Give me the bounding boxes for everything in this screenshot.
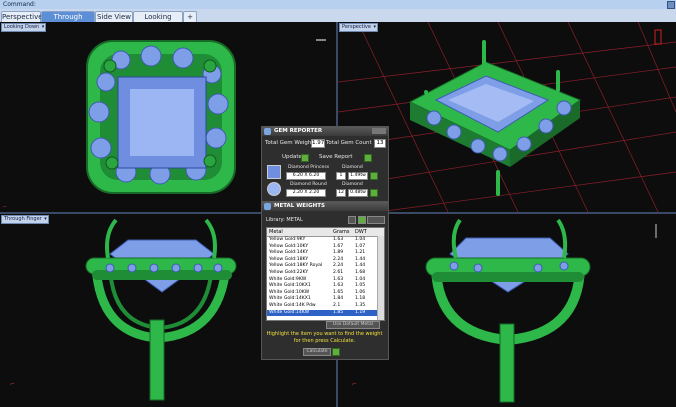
metal-table-scrollbar[interactable]	[377, 236, 384, 320]
gem-reporter-titlebar[interactable]: GEM REPORTER	[262, 127, 388, 136]
total-gem-weight-value: 1.97	[311, 139, 325, 148]
metal-icon	[264, 203, 271, 210]
metal-table: Metal Grams DWT Yellow Gold:9KY 1.63 1.04 Y…	[266, 227, 385, 321]
metal-weights-panel: METAL WEIGHTS Library: METAL Metal Grams…	[261, 201, 389, 360]
gem-row-0-button[interactable]	[370, 172, 378, 180]
column-metal: Metal	[269, 229, 283, 235]
dwt-cell: 1.21	[355, 250, 366, 256]
svg-text:⌐: ⌐	[352, 381, 357, 388]
dwt-cell: 1.44	[355, 263, 366, 269]
grams-cell: 1.85	[333, 309, 344, 315]
use-default-metal-button[interactable]: Use Default Metal	[326, 321, 380, 329]
grams-cell: 2.1	[333, 303, 341, 308]
metal-name-cell: Yellow Gold:14KY	[269, 250, 309, 256]
total-gem-count-label: Total Gem Count	[326, 140, 372, 146]
total-gem-weight-label: Total Gem Weight	[265, 140, 314, 146]
metal-name-cell: White Gold:10KX1	[269, 283, 311, 289]
update-label: Update	[282, 154, 302, 160]
tab-perspective[interactable]: Perspective	[1, 11, 43, 22]
tab-through-finger[interactable]: Through Finger	[41, 11, 95, 31]
gem-weight-1: 0.48tw	[348, 189, 368, 197]
gem-icon	[264, 128, 271, 135]
metal-name-cell: Yellow Gold:9KY	[269, 237, 306, 242]
gem-type-0: Diamond	[342, 165, 363, 170]
svg-text:⌐: ⌐	[10, 381, 15, 388]
metal-weights-titlebar[interactable]: METAL WEIGHTS	[262, 202, 388, 211]
gem-row-1-button[interactable]	[370, 189, 378, 197]
viewport-label-looking-down[interactable]: Looking Down	[1, 23, 47, 32]
metal-name-cell: White Gold:14K Pdw	[269, 303, 316, 308]
gem-weight-0: 1.49tw	[348, 172, 368, 180]
column-grams: Grams	[333, 229, 350, 235]
gem-reporter-title: GEM REPORTER	[274, 128, 323, 134]
gem-shape-1: Diamond Round	[290, 182, 327, 187]
metal-table-row[interactable]: White Gold:14KW 1.85 1.19	[267, 309, 384, 317]
panel-close-icon[interactable]	[372, 128, 386, 134]
metal-name-cell: White Gold:14KW	[269, 309, 310, 315]
command-bar[interactable]: Command:	[0, 0, 676, 9]
library-select[interactable]	[367, 216, 385, 224]
command-label: Command:	[3, 1, 36, 8]
grams-cell: 1.63	[333, 237, 344, 242]
add-tab-button[interactable]: +	[183, 11, 197, 22]
grams-cell: 2.24	[333, 263, 344, 269]
gem-size-1: 2.20 X 2.20	[286, 189, 326, 197]
save-report-label: Save Report	[319, 154, 353, 160]
grams-cell: 1.89	[333, 250, 344, 256]
metal-table-row[interactable]: Yellow Gold:18KY Royal 2.24 1.44	[267, 263, 384, 270]
viewport-tab-bar: Perspective Through Finger Side View Loo…	[0, 9, 676, 31]
gem-reporter-panel: GEM REPORTER Total Gem Weight 1.97 Total…	[261, 126, 389, 202]
metal-table-row[interactable]: White Gold:14KX1 1.84 1.18	[267, 296, 384, 303]
metal-weights-hint: Highlight the item you want to find the …	[266, 331, 383, 344]
grams-cell: 1.63	[333, 283, 344, 289]
metal-weights-title: METAL WEIGHTS	[274, 203, 325, 209]
library-prev-button[interactable]	[348, 216, 356, 224]
metal-table-row[interactable]: Yellow Gold:14KY 1.89 1.21	[267, 250, 384, 257]
grams-cell: 1.84	[333, 296, 344, 302]
viewport-label-perspective[interactable]: Perspective	[339, 23, 378, 32]
calculate-select[interactable]: Calculate	[303, 348, 331, 356]
calculate-button[interactable]	[332, 348, 340, 356]
viewport-label-through-finger[interactable]: Through Finger	[1, 215, 49, 224]
dwt-cell: 1.18	[355, 296, 366, 302]
metal-table-row[interactable]: White Gold:10KX1 1.63 1.05	[267, 283, 384, 290]
library-label: Library: METAL	[266, 217, 303, 223]
command-bar-button[interactable]	[667, 1, 675, 9]
dwt-cell: 1.19	[355, 309, 366, 315]
dwt-cell: 1.35	[355, 303, 366, 308]
tab-looking-down[interactable]: Looking Down	[133, 11, 183, 31]
dwt-cell: 1.68	[355, 270, 366, 275]
dwt-cell: 1.04	[355, 237, 366, 242]
dwt-cell: 1.05	[355, 283, 366, 289]
column-dwt: DWT	[355, 229, 367, 235]
metal-table-header: Metal Grams DWT	[267, 228, 384, 237]
metal-name-cell: Yellow Gold:22KY	[269, 270, 309, 275]
gem-size-0: 6.20 X 6.20	[286, 172, 326, 180]
metal-table-row[interactable]: Yellow Gold:9KY 1.63 1.04	[267, 237, 384, 244]
metal-name-cell: White Gold:14KX1	[269, 296, 311, 302]
grams-cell: 2.61	[333, 270, 344, 275]
svg-text:⌐: ⌐	[3, 204, 7, 210]
save-report-button[interactable]	[364, 154, 372, 162]
metal-table-row[interactable]: White Gold:14K Pdw 2.1 1.35	[267, 303, 384, 310]
library-toggle-button[interactable]	[358, 216, 366, 224]
gem-shape-0: Diamond Princess	[288, 165, 330, 170]
metal-table-row[interactable]: Yellow Gold:22KY 2.61 1.68	[267, 270, 384, 277]
gem-count-0: 1	[336, 172, 346, 180]
total-gem-count-value: 13	[374, 139, 386, 148]
round-gem-thumbnail-icon	[267, 182, 281, 196]
gem-type-1: Diamond	[342, 182, 363, 187]
update-button[interactable]	[301, 154, 309, 162]
princess-gem-thumbnail-icon	[267, 165, 281, 179]
metal-name-cell: Yellow Gold:18KY Royal	[269, 263, 323, 269]
gem-count-1: 12	[336, 189, 346, 197]
tab-side-view[interactable]: Side View	[95, 11, 133, 22]
